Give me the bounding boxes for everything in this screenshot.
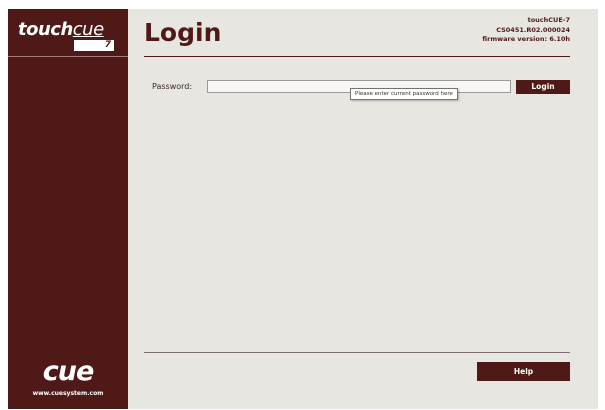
- brand-url: www.cuesystem.com: [32, 390, 104, 397]
- page-frame: touchcue 7 cue www.cuesystem.com Login t…: [8, 9, 598, 409]
- sidebar: touchcue 7 cue www.cuesystem.com: [8, 9, 128, 409]
- logo-touch-text: touch: [18, 19, 73, 40]
- touchcue-logo: touchcue: [18, 21, 104, 39]
- logo-cue-text: cue: [72, 19, 104, 40]
- logo-model-badge: 7: [74, 40, 114, 51]
- sidebar-divider: [8, 56, 128, 57]
- device-name: touchCUE-7: [527, 16, 570, 24]
- password-tooltip: Please enter current password here: [350, 88, 458, 100]
- device-code: CS0451.R02.000024: [496, 25, 570, 34]
- device-info: touchCUE-7 CS0451.R02.000024 firmware ve…: [482, 16, 570, 45]
- password-label: Password:: [152, 82, 193, 91]
- login-button[interactable]: Login: [516, 80, 570, 94]
- firmware-version: firmware version: 6.10h: [482, 35, 570, 43]
- help-button[interactable]: Help: [477, 362, 570, 381]
- header-divider: [144, 56, 570, 57]
- page-title: Login: [144, 18, 222, 47]
- cue-brand-logo: cue: [42, 356, 95, 387]
- footer-divider: [144, 352, 570, 353]
